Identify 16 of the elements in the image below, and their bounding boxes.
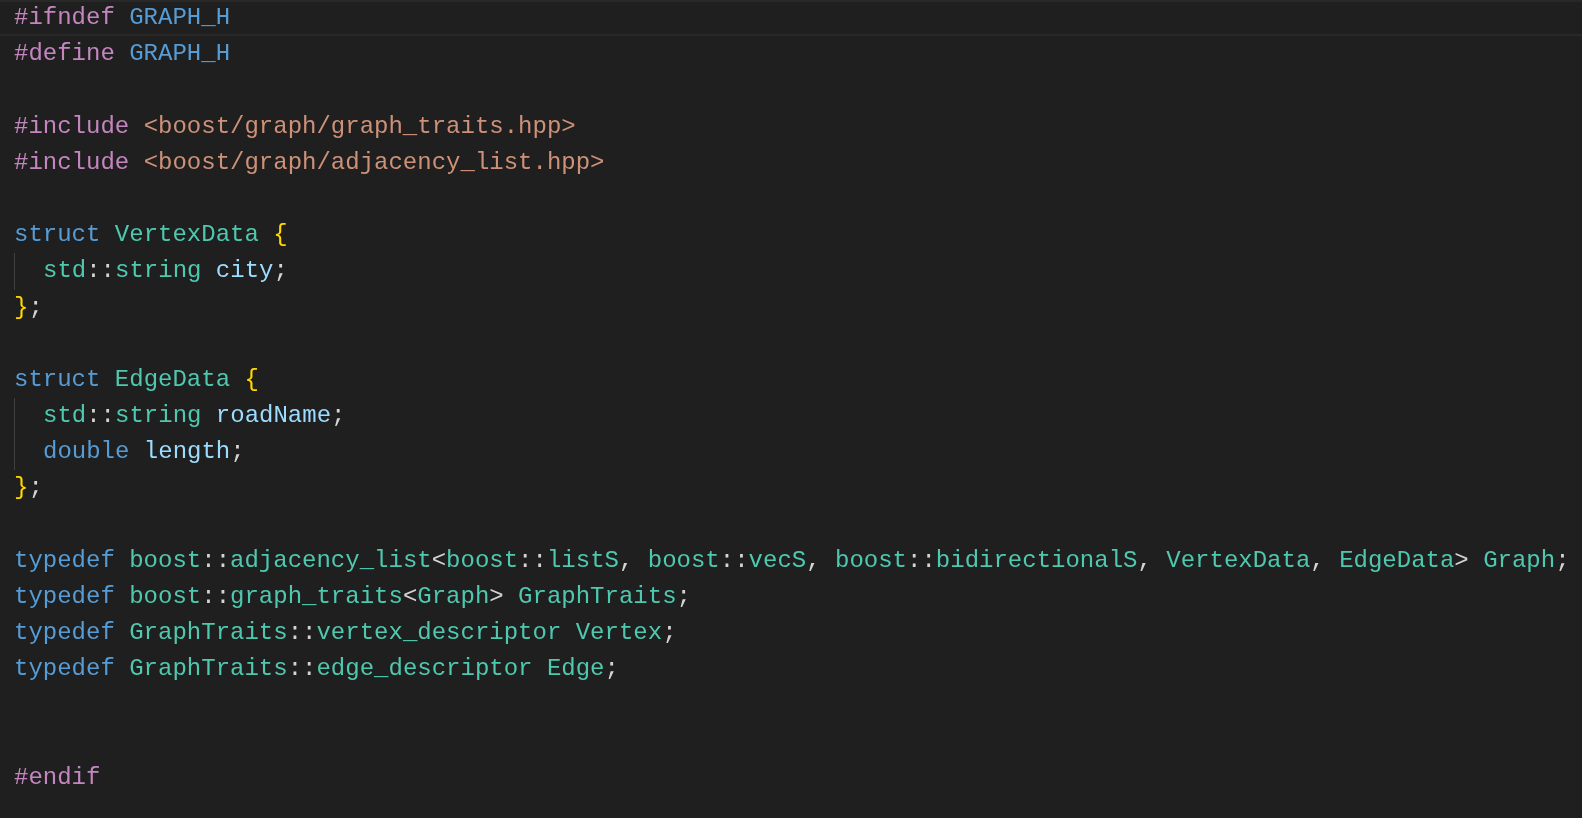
code-line: #define GRAPH_H	[14, 39, 231, 70]
code-line: std::string roadName;	[43, 401, 346, 432]
code-line: double length;	[43, 437, 245, 468]
code-line: };	[14, 292, 43, 323]
code-line: typedef boost::graph_traits<Graph> GraphTraits;	[14, 582, 691, 612]
code-line: struct VertexData {	[14, 220, 288, 251]
code-line: typedef GraphTraits::vertex_descriptor Vertex;	[14, 618, 677, 649]
code-line: struct EdgeData {	[14, 364, 259, 395]
code-line: #endif	[14, 762, 101, 793]
code-line: typedef boost::adjacency_list<boost::listS, boost::vecS, boost::bidirectionalS, VertexData, EdgeData> Graph;	[14, 545, 1570, 576]
code-line: #include <boost/graph/adjacency_list.hpp>	[14, 147, 605, 178]
code-line: #include <boost/graph/graph_traits.hpp>	[14, 111, 576, 142]
code-line: typedef GraphTraits::edge_descriptor Edge;	[14, 654, 619, 685]
code-line: std::string city;	[43, 256, 288, 287]
code-line: #ifndef GRAPH_H	[14, 3, 231, 33]
code-line: };	[14, 473, 43, 504]
